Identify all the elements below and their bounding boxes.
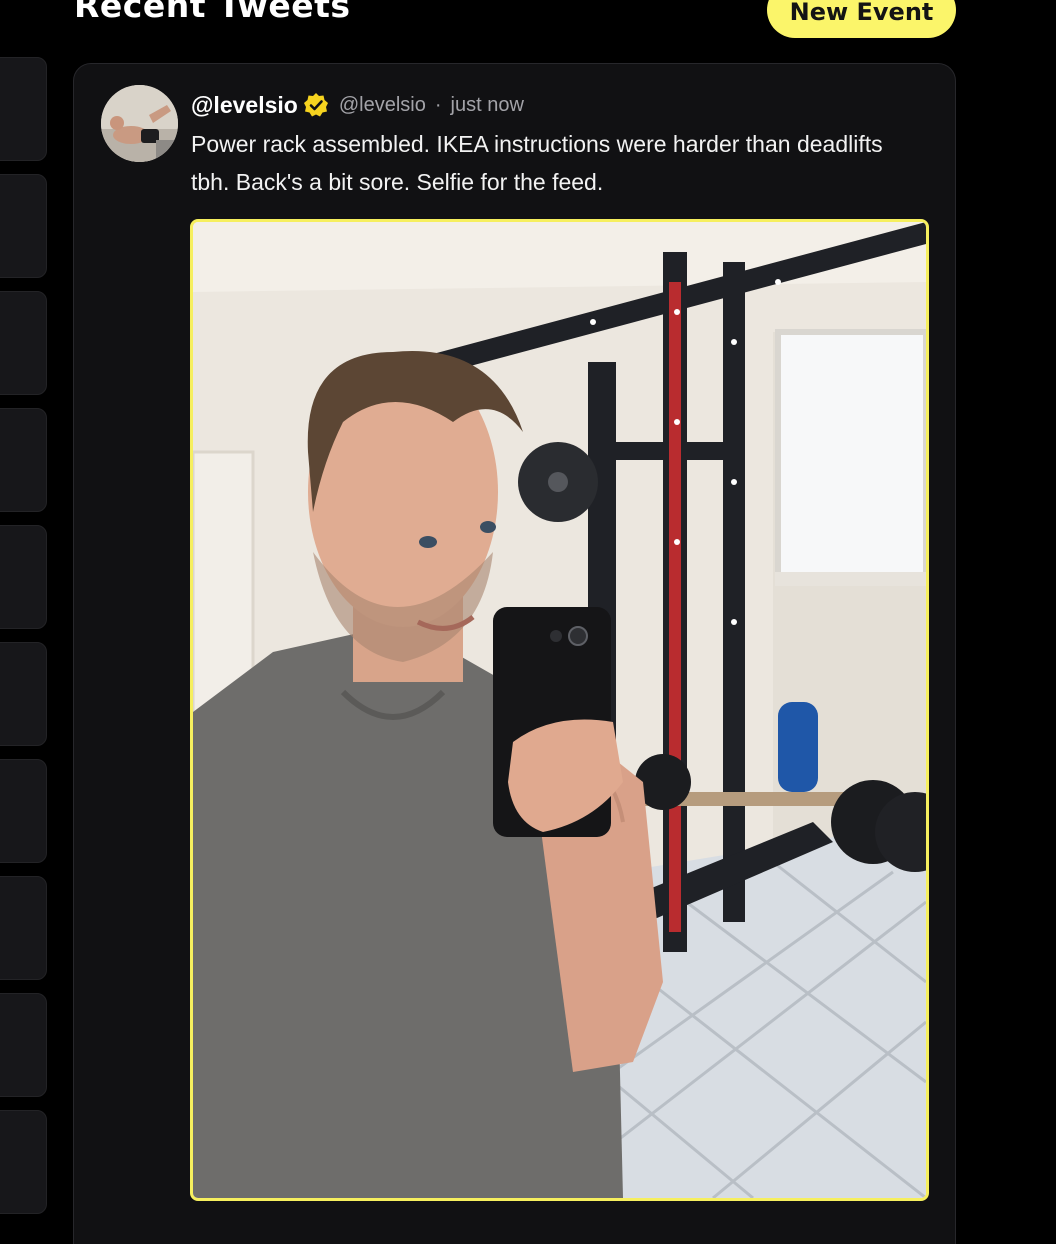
page: Recent Tweets New Event @levelsio @level… — [0, 0, 1056, 1244]
tweet-header: @levelsio @levelsio · just now — [191, 89, 524, 121]
timestamp[interactable]: just now — [451, 94, 524, 117]
avatar[interactable] — [101, 85, 178, 162]
sidebar-card[interactable] — [0, 408, 47, 512]
section-title: Recent Tweets — [74, 0, 351, 25]
sidebar-card[interactable] — [0, 759, 47, 863]
sidebar-card[interactable] — [0, 993, 47, 1097]
sidebar-card[interactable] — [0, 291, 47, 395]
sidebar-card[interactable] — [0, 525, 47, 629]
tweet-card[interactable]: @levelsio @levelsio · just now Power rac… — [73, 63, 956, 1244]
separator-dot: · — [434, 93, 442, 116]
sidebar-card[interactable] — [0, 876, 47, 980]
sidebar-card-list — [0, 57, 47, 1227]
sidebar-card[interactable] — [0, 57, 47, 161]
tweet-text: Power rack assembled. IKEA instructions … — [191, 131, 883, 195]
sidebar-card[interactable] — [0, 642, 47, 746]
verified-badge-icon — [303, 92, 329, 118]
display-name[interactable]: @levelsio — [191, 92, 298, 119]
tweet-media-image[interactable] — [190, 219, 929, 1201]
handle[interactable]: @levelsio — [339, 94, 426, 117]
sidebar-card[interactable] — [0, 1110, 47, 1214]
new-event-button[interactable]: New Event — [767, 0, 956, 38]
sidebar-card[interactable] — [0, 174, 47, 278]
